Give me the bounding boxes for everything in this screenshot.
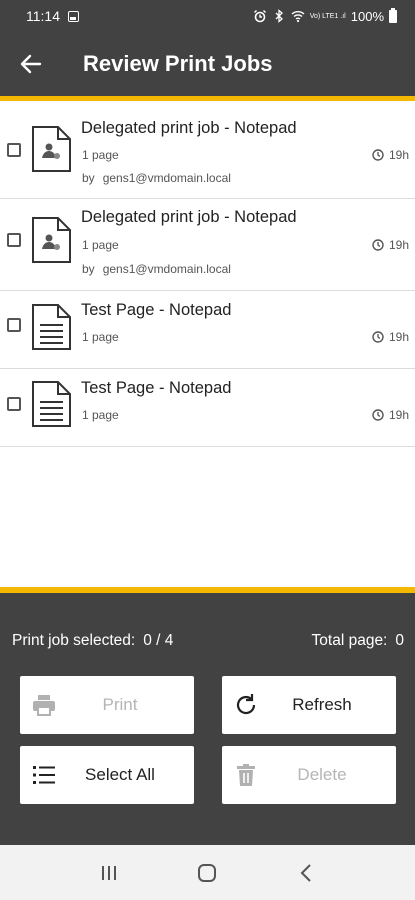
bluetooth-icon: [275, 9, 283, 23]
status-right: Vo) LTE1 .ıl 100%: [253, 7, 397, 24]
battery-icon: [389, 7, 397, 23]
battery-percent: 100%: [350, 8, 384, 24]
delegated-document-icon: [32, 217, 71, 263]
document-icon: [32, 304, 71, 350]
clock-icon: [372, 149, 384, 161]
delegated-document-icon: [32, 126, 71, 172]
wifi-icon: [291, 11, 305, 23]
job-title: Delegated print job - Notepad: [81, 119, 297, 137]
delete-button-label: Delete: [297, 765, 347, 784]
delete-button[interactable]: Delete: [222, 746, 396, 804]
back-button[interactable]: [0, 32, 62, 96]
status-time: 11:14: [26, 8, 60, 24]
job-time: 19h: [372, 330, 409, 344]
refresh-button-label: Refresh: [292, 695, 352, 714]
print-job-row[interactable]: Test Page - Notepad 1 page 19h: [0, 291, 415, 369]
app-bar: Review Print Jobs: [0, 32, 415, 101]
job-owner-email: gens1@vmdomain.local: [102, 171, 231, 185]
total-pages: Total page: 0: [312, 632, 404, 650]
job-time: 19h: [372, 408, 409, 422]
print-button[interactable]: Print: [20, 676, 194, 734]
total-label: Total page:: [311, 632, 388, 649]
print-job-list: Delegated print job - Notepad 1 page by g…: [0, 101, 415, 587]
job-checkbox[interactable]: [7, 318, 21, 332]
selection-summary: Print job selected: 0 / 4 Total page: 0: [12, 632, 404, 650]
page-title: Review Print Jobs: [83, 51, 273, 76]
job-time-value: 19h: [388, 238, 409, 252]
clock-icon: [372, 409, 384, 421]
job-owner: by gens1@vmdomain.local: [82, 262, 231, 276]
nav-back-button[interactable]: [286, 853, 326, 893]
home-icon: [198, 863, 217, 882]
select-all-button-label: Select All: [85, 765, 155, 784]
job-pages: 1 page: [82, 330, 119, 344]
clock-icon: [372, 331, 384, 343]
job-time-value: 19h: [388, 330, 409, 344]
print-job-row[interactable]: Delegated print job - Notepad 1 page by g…: [0, 199, 415, 291]
print-job-row[interactable]: Test Page - Notepad 1 page 19h: [0, 369, 415, 447]
job-checkbox[interactable]: [7, 233, 21, 247]
job-owner-prefix: by: [82, 262, 95, 276]
select-all-button[interactable]: Select All: [20, 746, 194, 804]
recents-button[interactable]: [89, 853, 129, 893]
action-panel: Print job selected: 0 / 4 Total page: 0 Pr…: [0, 587, 415, 845]
recents-icon: [102, 865, 117, 880]
selected-count: Print job selected: 0 / 4: [12, 632, 173, 650]
job-checkbox[interactable]: [7, 143, 21, 157]
job-pages: 1 page: [82, 408, 119, 422]
carrier-label: Vo) LTE1 .ıl: [309, 12, 346, 20]
job-owner-email: gens1@vmdomain.local: [102, 262, 231, 276]
selected-label: Print job selected:: [12, 632, 136, 649]
system-nav-bar: [0, 845, 415, 900]
document-icon: [32, 381, 71, 427]
back-arrow-icon: [20, 54, 42, 74]
job-title: Test Page - Notepad: [81, 379, 232, 397]
job-time-value: 19h: [388, 148, 409, 162]
print-job-row[interactable]: Delegated print job - Notepad 1 page by g…: [0, 107, 415, 199]
selected-value: 0 / 4: [143, 632, 174, 649]
job-time: 19h: [372, 238, 409, 252]
job-pages: 1 page: [82, 238, 119, 252]
clock-icon: [372, 239, 384, 251]
job-time: 19h: [372, 148, 409, 162]
job-checkbox[interactable]: [7, 397, 21, 411]
refresh-button[interactable]: Refresh: [222, 676, 396, 734]
print-button-label: Print: [102, 695, 138, 714]
job-title: Test Page - Notepad: [81, 301, 232, 319]
job-owner-prefix: by: [82, 171, 95, 185]
job-owner: by gens1@vmdomain.local: [82, 171, 231, 185]
total-value: 0: [395, 632, 404, 649]
job-time-value: 19h: [388, 408, 409, 422]
chevron-left-icon: [300, 863, 311, 882]
job-title: Delegated print job - Notepad: [81, 208, 297, 226]
home-button[interactable]: [187, 853, 227, 893]
job-pages: 1 page: [82, 148, 119, 162]
alarm-icon: [253, 10, 266, 23]
status-left: 11:14: [26, 8, 79, 24]
status-bar: 11:14 Vo) LTE1 .ıl 100%: [0, 0, 415, 32]
gallery-notification-icon: [68, 10, 79, 22]
